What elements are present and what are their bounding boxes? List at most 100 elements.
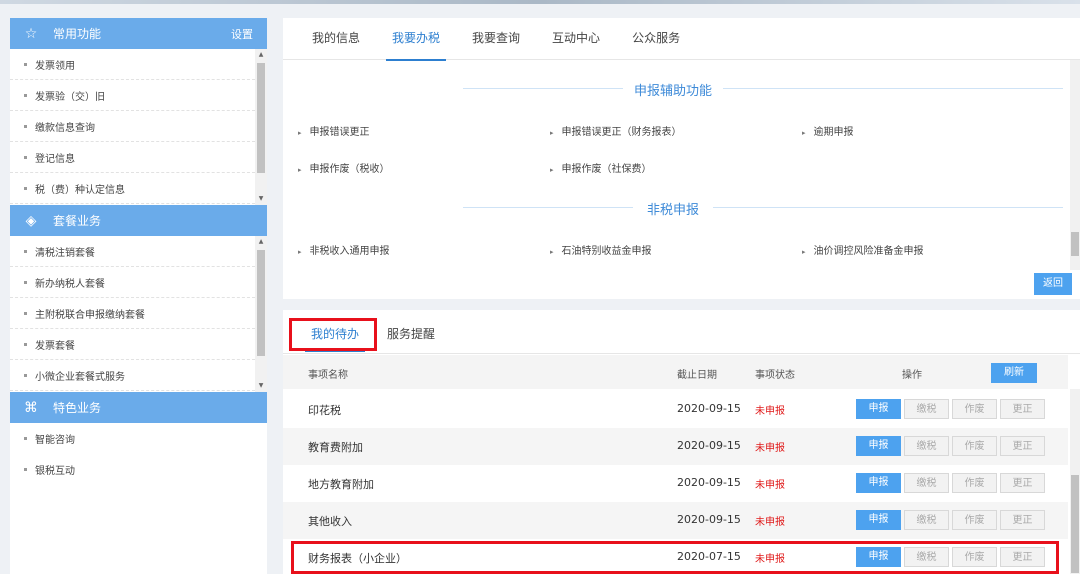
settings-link[interactable]: 设置 <box>231 26 253 42</box>
sidebar-item-label: 税（费）种认定信息 <box>35 184 125 196</box>
sidebar-item[interactable]: 主附税联合申报缴纳套餐 <box>10 298 255 329</box>
sidebar-special-list: 智能咨询 银税互动 <box>10 423 267 485</box>
sidebar-item[interactable]: 发票套餐 <box>10 329 255 360</box>
correct-button[interactable]: 更正 <box>1000 510 1045 530</box>
void-button[interactable]: 作废 <box>952 473 997 493</box>
sidebar-item[interactable]: 新办纳税人套餐 <box>10 267 255 298</box>
bullet-icon <box>24 186 27 190</box>
sidebar-section-common[interactable]: ☆ 常用功能 设置 <box>10 18 267 49</box>
sidebar-item[interactable]: 税（费）种认定信息 <box>10 173 255 204</box>
void-button[interactable]: 作废 <box>952 399 997 419</box>
table-row: 地方教育附加 2020-09-15 未申报 申报 缴税 作废 更正 <box>283 465 1068 502</box>
bullet-icon <box>24 280 27 284</box>
sidebar-item-label: 发票套餐 <box>35 340 75 352</box>
tab-query[interactable]: 我要查询 <box>456 18 536 59</box>
bullet-icon <box>24 342 27 346</box>
sidebar-item-label: 清税注销套餐 <box>35 247 95 259</box>
sidebar-item[interactable]: 银税互动 <box>10 454 255 485</box>
tab-interaction[interactable]: 互动中心 <box>536 18 616 59</box>
func-link[interactable]: ▸ 逾期申报 <box>802 123 854 138</box>
func-label: 申报错误更正 <box>309 127 370 138</box>
correct-button[interactable]: 更正 <box>1000 473 1045 493</box>
scroll-down-icon[interactable]: ▼ <box>255 380 267 392</box>
back-button[interactable]: 返回 <box>1034 273 1072 295</box>
sidebar-item[interactable]: 小微企业套餐式服务 <box>10 360 255 391</box>
aux-section-header: 申报辅助功能 <box>283 78 1063 99</box>
bullet-icon <box>24 249 27 253</box>
clover-icon: ⌘ <box>24 399 38 416</box>
todo-tabs: 我的待办 服务提醒 <box>283 310 1080 354</box>
table-header: 事项名称 截止日期 事项状态 操作 刷新 <box>283 355 1068 389</box>
table-row: 其他收入 2020-09-15 未申报 申报 缴税 作废 更正 <box>283 502 1068 539</box>
scroll-thumb[interactable] <box>1071 475 1079 573</box>
sidebar-section-title: 套餐业务 <box>53 214 102 228</box>
header-name: 事项名称 <box>308 370 348 381</box>
tab-service-reminder[interactable]: 服务提醒 <box>373 317 449 353</box>
refresh-button[interactable]: 刷新 <box>991 363 1037 383</box>
sidebar-item[interactable]: 登记信息 <box>10 142 255 173</box>
sidebar-common-scrollbar[interactable]: ▲ ▼ <box>255 49 267 205</box>
func-link[interactable]: ▸ 申报错误更正（财务报表） <box>550 123 682 138</box>
tab-public-service[interactable]: 公众服务 <box>616 18 696 59</box>
scroll-thumb[interactable] <box>1071 232 1079 256</box>
declare-button[interactable]: 申报 <box>856 473 901 493</box>
func-label: 油价调控风险准备金申报 <box>813 246 924 257</box>
sidebar-package-scrollbar[interactable]: ▲ ▼ <box>255 236 267 392</box>
sidebar-item[interactable]: 发票领用 <box>10 49 255 80</box>
scroll-up-icon[interactable]: ▲ <box>255 236 267 248</box>
sidebar-item-label: 银税互动 <box>35 466 75 477</box>
table-row: 教育费附加 2020-09-15 未申报 申报 缴税 作废 更正 <box>283 428 1068 465</box>
func-link[interactable]: ▸ 申报作废（社保费） <box>550 160 652 175</box>
layers-icon: ◈ <box>25 212 37 229</box>
func-link[interactable]: ▸ 申报作废（税收） <box>298 160 390 175</box>
func-link[interactable]: ▸ 油价调控风险准备金申报 <box>802 242 924 257</box>
sidebar-item-label: 登记信息 <box>35 153 75 165</box>
declare-button[interactable]: 申报 <box>856 510 901 530</box>
void-button[interactable]: 作废 <box>952 436 997 456</box>
nontax-section-header: 非税申报 <box>283 197 1063 218</box>
scroll-thumb[interactable] <box>257 63 265 173</box>
func-label: 申报作废（税收） <box>309 164 390 175</box>
pay-button[interactable]: 缴税 <box>904 436 949 456</box>
pay-button[interactable]: 缴税 <box>904 473 949 493</box>
bullet-icon <box>24 93 27 97</box>
row-status: 未申报 <box>755 480 785 491</box>
declare-button[interactable]: 申报 <box>856 436 901 456</box>
panel-scrollbar[interactable] <box>1070 60 1080 270</box>
sidebar-item[interactable]: 缴款信息查询 <box>10 111 255 142</box>
chevron-right-icon: ▸ <box>298 248 302 256</box>
func-link[interactable]: ▸ 申报错误更正 <box>298 123 370 138</box>
table-scrollbar[interactable] <box>1070 389 1080 574</box>
chevron-right-icon: ▸ <box>802 129 806 137</box>
correct-button[interactable]: 更正 <box>1000 436 1045 456</box>
tab-do-tax[interactable]: 我要办税 <box>376 18 456 61</box>
pay-button[interactable]: 缴税 <box>904 399 949 419</box>
tax-functions-panel: 我的信息 我要办税 我要查询 互动中心 公众服务 申报辅助功能 ▸ 申报错误更正 … <box>283 18 1080 299</box>
func-label: 石油特别收益金申报 <box>561 246 652 257</box>
sidebar-item-label: 发票验（交）旧 <box>35 91 105 103</box>
row-deadline: 2020-09-15 <box>677 402 741 415</box>
sidebar-item[interactable]: 发票验（交）旧 <box>10 80 255 111</box>
header-ops: 操作 <box>902 370 922 381</box>
highlight-my-todo <box>289 318 377 351</box>
bullet-icon <box>24 437 27 440</box>
bullet-icon <box>24 373 27 377</box>
sidebar-section-package[interactable]: ◈ 套餐业务 <box>10 205 267 236</box>
sidebar-item[interactable]: 清税注销套餐 <box>10 236 255 267</box>
sidebar-section-special[interactable]: ⌘ 特色业务 <box>10 392 267 423</box>
scroll-thumb[interactable] <box>257 250 265 356</box>
pay-button[interactable]: 缴税 <box>904 510 949 530</box>
bullet-icon <box>24 311 27 315</box>
declare-button[interactable]: 申报 <box>856 399 901 419</box>
sidebar-item[interactable]: 智能咨询 <box>10 423 255 454</box>
func-link[interactable]: ▸ 石油特别收益金申报 <box>550 242 652 257</box>
scroll-down-icon[interactable]: ▼ <box>255 193 267 205</box>
header-status: 事项状态 <box>755 370 795 381</box>
sidebar: ☆ 常用功能 设置 发票领用 发票验（交）旧 缴款信息查询 登记信息 税（费）种… <box>10 18 267 574</box>
correct-button[interactable]: 更正 <box>1000 399 1045 419</box>
void-button[interactable]: 作废 <box>952 510 997 530</box>
header-deadline: 截止日期 <box>677 370 717 381</box>
func-link[interactable]: ▸ 非税收入通用申报 <box>298 242 390 257</box>
tab-my-info[interactable]: 我的信息 <box>296 18 376 59</box>
scroll-up-icon[interactable]: ▲ <box>255 49 267 61</box>
